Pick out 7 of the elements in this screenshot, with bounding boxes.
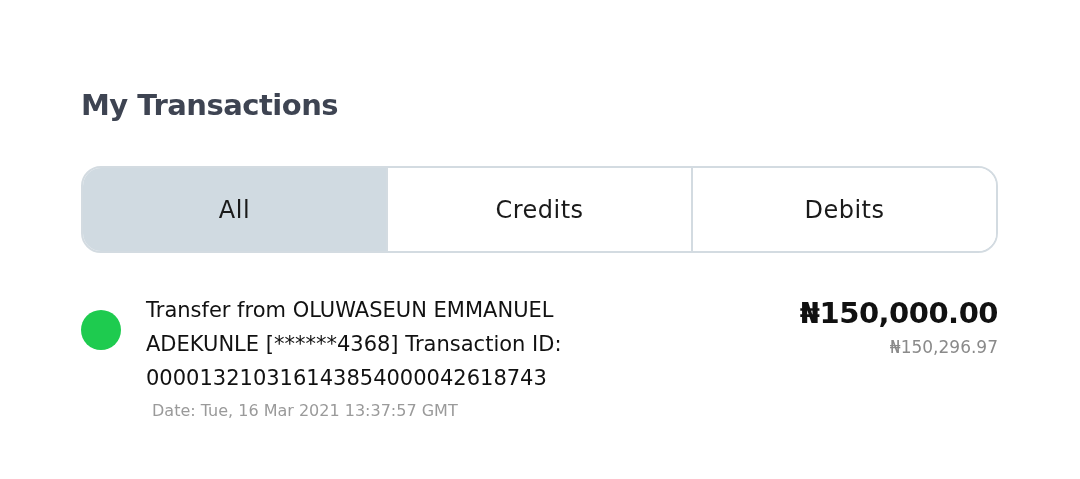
transaction-amount: ₦150,000.00: [799, 295, 998, 332]
transaction-description: Transfer from OLUWASEUN EMMANUEL ADEKUNLE [******4368] Transaction ID: 000013210316143854000042618743: [146, 297, 563, 392]
transaction-date: Date: Tue, 16 Mar 2021 13:37:57 GMT: [152, 401, 459, 420]
balance-amount: ₦150,296.97: [888, 337, 998, 357]
filter-tab[interactable]: All: [83, 168, 386, 251]
filter-tab[interactable]: Debits: [691, 168, 996, 251]
page-title: My Transactions: [81, 87, 340, 124]
